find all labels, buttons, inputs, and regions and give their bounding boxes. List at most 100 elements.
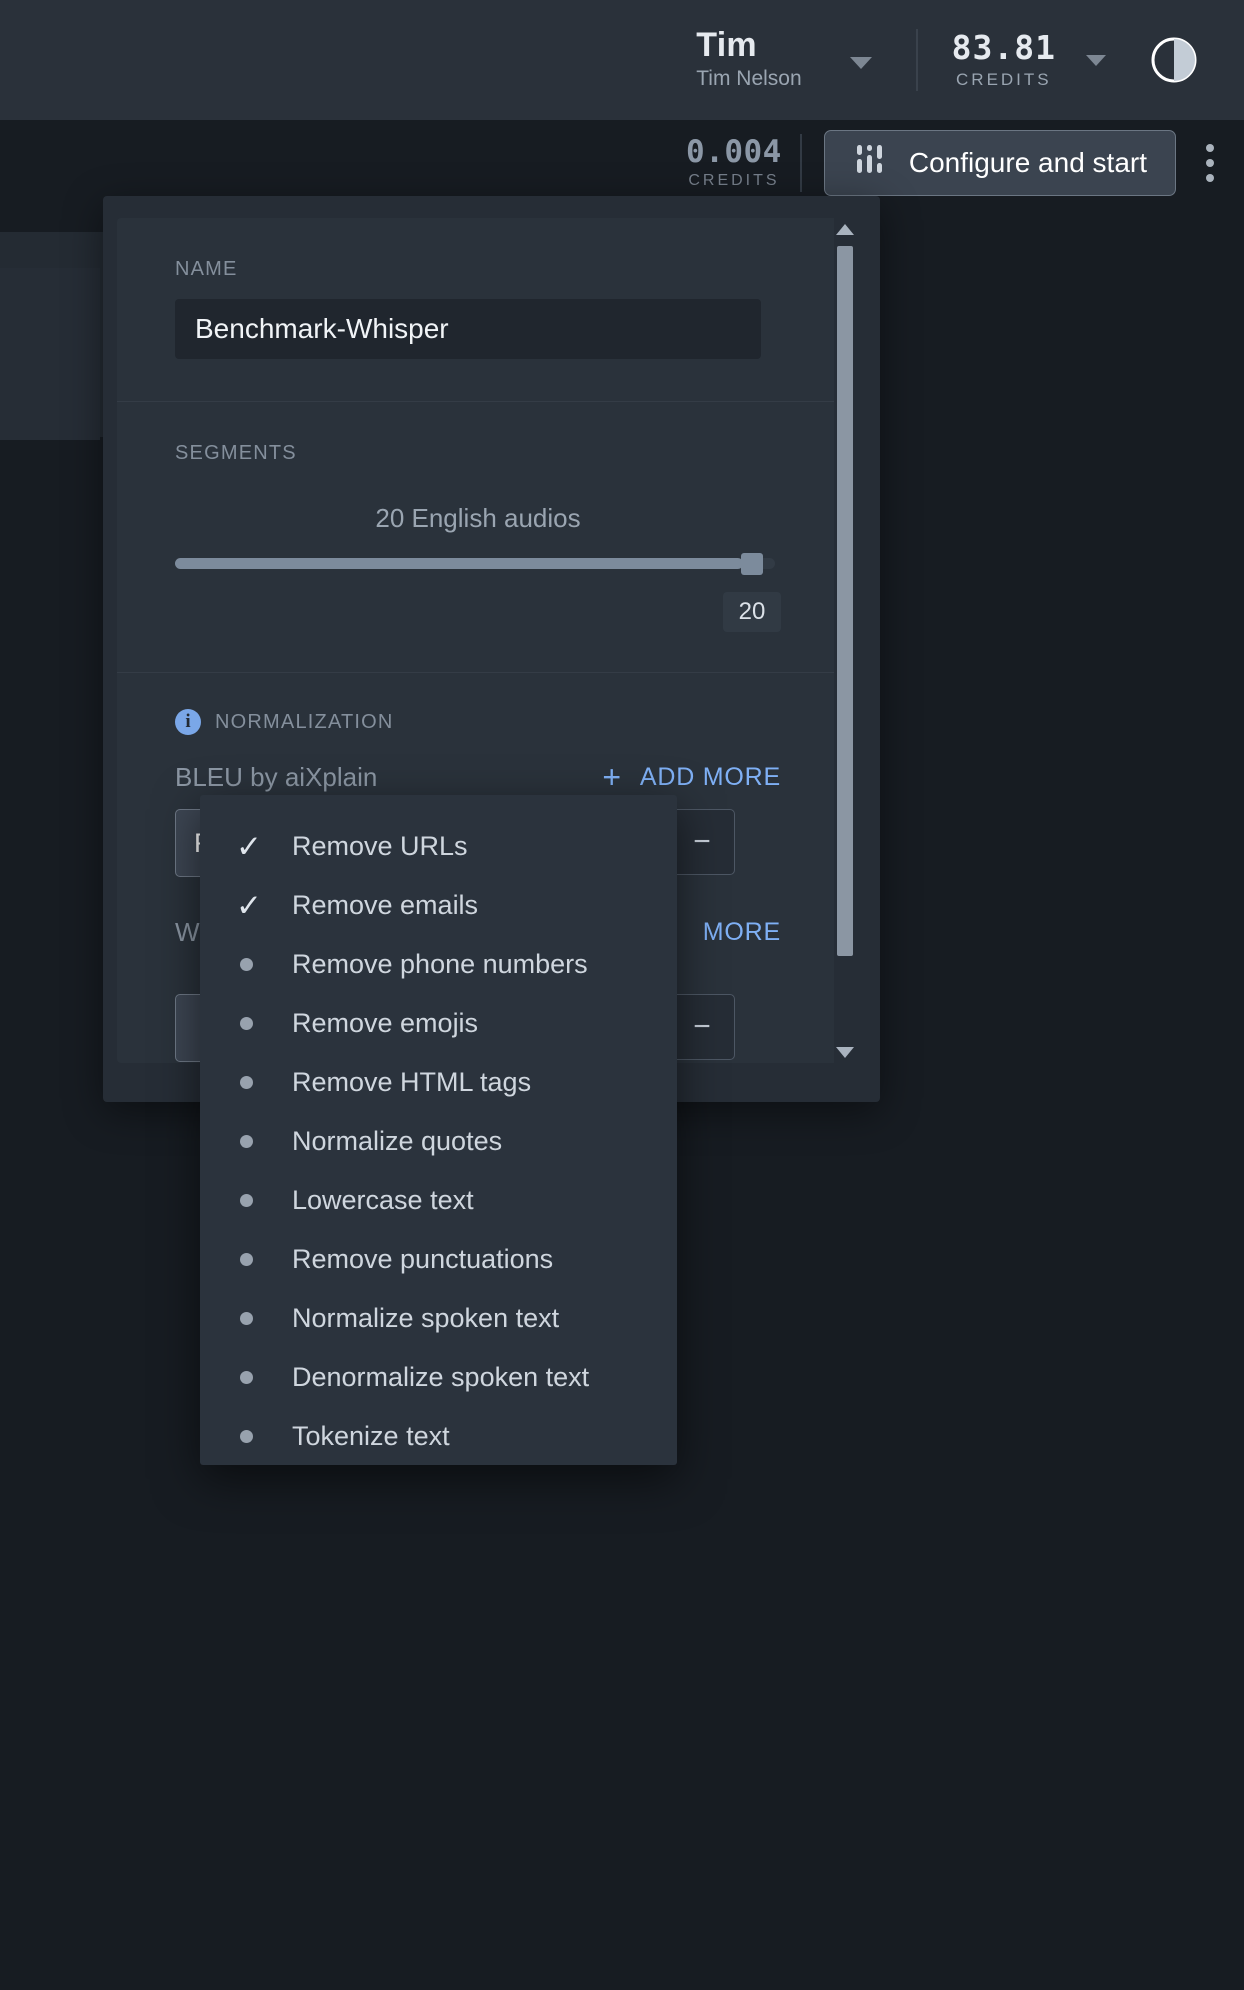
normalization-dropdown-menu: ✓ Remove URLs ✓ Remove emails Remove phone n… (200, 795, 677, 1465)
bullet-icon (236, 1076, 292, 1089)
credits-amount: 83.81 (951, 27, 1056, 67)
user-full-name: Tim Nelson (696, 67, 802, 91)
action-divider (799, 133, 802, 192)
check-glyph: ✓ (236, 829, 262, 864)
second-add-more-label: MORE (702, 918, 781, 946)
add-more-label: ADD MORE (639, 762, 781, 791)
bullet-icon (236, 1017, 292, 1030)
modal-scrollbar[interactable] (834, 218, 856, 1063)
dropdown-item[interactable]: Normalize spoken text (200, 1289, 677, 1348)
bullet-icon (236, 1312, 292, 1325)
chevron-down-icon[interactable] (849, 56, 872, 69)
user-names: Tim Tim Nelson (696, 25, 802, 93)
bullet-icon (236, 958, 292, 971)
normalization-header: i NORMALIZATION (175, 673, 781, 761)
dropdown-item-label: Remove URLs (292, 831, 468, 861)
dropdown-item-label: Remove phone numbers (292, 949, 588, 979)
dropdown-item-label: Remove HTML tags (292, 1067, 532, 1097)
app-root: Tim Tim Nelson 83.81 CREDITS 0.004 CREDI… (0, 0, 1244, 1990)
dropdown-item-label: Normalize spoken text (292, 1303, 560, 1333)
segments-slider[interactable] (175, 550, 781, 576)
bullet-dot (240, 1430, 253, 1443)
dropdown-item-label: Lowercase text (292, 1185, 474, 1215)
remove-normalization-button[interactable]: − (669, 809, 735, 875)
estimated-cost: 0.004 CREDITS (686, 135, 782, 190)
chevron-down-icon[interactable] (1086, 55, 1106, 67)
name-label: NAME (175, 258, 238, 280)
credits-label: CREDITS (956, 70, 1052, 90)
check-glyph: ✓ (236, 888, 262, 923)
header-divider (915, 29, 918, 91)
slider-fill (175, 558, 743, 569)
metric-label: BLEU by aiXplain (175, 761, 378, 792)
dropdown-item-label: Normalize quotes (292, 1126, 503, 1156)
dropdown-item[interactable]: Remove punctuations (200, 1230, 677, 1289)
bullet-icon (236, 1430, 292, 1443)
second-metric-label: W (175, 917, 200, 947)
configure-and-start-label: Configure and start (908, 146, 1147, 178)
second-add-more-button[interactable]: MORE (703, 918, 781, 947)
name-input[interactable] (175, 299, 761, 359)
background-panel-inner (0, 268, 100, 440)
dropdown-item-label: Remove emojis (292, 1008, 479, 1038)
bullet-dot (240, 1076, 253, 1089)
slider-thumb[interactable] (741, 553, 763, 575)
bullet-icon (236, 1253, 292, 1266)
bullet-dot (240, 1253, 253, 1266)
kebab-dot (1206, 158, 1214, 167)
segments-section: SEGMENTS 20 English audios 20 (117, 402, 839, 672)
add-more-button[interactable]: + ADD MORE (602, 761, 781, 793)
triangle-up-icon[interactable] (834, 218, 856, 240)
dropdown-item[interactable]: Remove emojis (200, 994, 677, 1053)
bullet-dot (240, 1135, 253, 1148)
user-first-name: Tim (696, 25, 757, 64)
check-icon: ✓ (236, 890, 292, 921)
info-icon[interactable]: i (175, 709, 201, 735)
dropdown-item[interactable]: Remove HTML tags (200, 1053, 677, 1112)
dropdown-item[interactable]: ✓ Remove emails (200, 876, 677, 935)
dropdown-item[interactable]: Denormalize spoken text (200, 1348, 677, 1407)
configure-and-start-button[interactable]: Configure and start (823, 129, 1176, 196)
segments-value-row: 20 (175, 576, 781, 672)
sliders-icon (853, 142, 887, 183)
contrast-half-circle-icon[interactable] (1150, 36, 1198, 84)
segments-label: SEGMENTS (175, 442, 297, 464)
segments-summary: 20 English audios (375, 503, 581, 533)
dropdown-item[interactable]: ✓ Remove URLs (200, 817, 677, 876)
scrollbar-thumb[interactable] (837, 246, 853, 956)
bullet-dot (240, 958, 253, 971)
name-input-wrap (175, 299, 781, 401)
bullet-dot (240, 1017, 253, 1030)
second-remove-button[interactable]: − (669, 994, 735, 1060)
name-section: NAME (117, 218, 839, 401)
credits-menu[interactable]: 83.81 CREDITS (951, 27, 1106, 90)
user-menu[interactable]: Tim Tim Nelson (696, 25, 872, 93)
bullet-dot (240, 1371, 253, 1384)
plus-icon: + (602, 759, 622, 795)
bullet-icon (236, 1135, 292, 1148)
credits-values: 83.81 CREDITS (951, 27, 1056, 90)
kebab-dot (1206, 173, 1214, 182)
action-bar: 0.004 CREDITS Configure and start (0, 120, 1244, 205)
bullet-dot (240, 1194, 253, 1207)
dropdown-item[interactable]: Tokenize text (200, 1407, 677, 1466)
bullet-dot (240, 1312, 253, 1325)
dropdown-item[interactable]: Remove phone numbers (200, 935, 677, 994)
top-bar: Tim Tim Nelson 83.81 CREDITS (0, 0, 1244, 120)
bullet-icon (236, 1371, 292, 1384)
dropdown-item-label: Tokenize text (292, 1421, 450, 1451)
dropdown-item[interactable]: Lowercase text (200, 1171, 677, 1230)
more-vertical-icon[interactable] (1206, 143, 1214, 182)
cost-label: CREDITS (688, 172, 780, 190)
cost-amount: 0.004 (686, 133, 782, 170)
normalization-label: NORMALIZATION (215, 710, 394, 733)
triangle-down-icon[interactable] (834, 1041, 856, 1063)
dropdown-item-label: Remove punctuations (292, 1244, 554, 1274)
dropdown-item-label: Denormalize spoken text (292, 1362, 590, 1392)
dropdown-item[interactable]: Normalize quotes (200, 1112, 677, 1171)
dropdown-item-label: Remove emails (292, 890, 479, 920)
segments-value-box[interactable]: 20 (723, 592, 781, 632)
kebab-dot (1206, 143, 1214, 152)
check-icon: ✓ (236, 831, 292, 862)
bullet-icon (236, 1194, 292, 1207)
